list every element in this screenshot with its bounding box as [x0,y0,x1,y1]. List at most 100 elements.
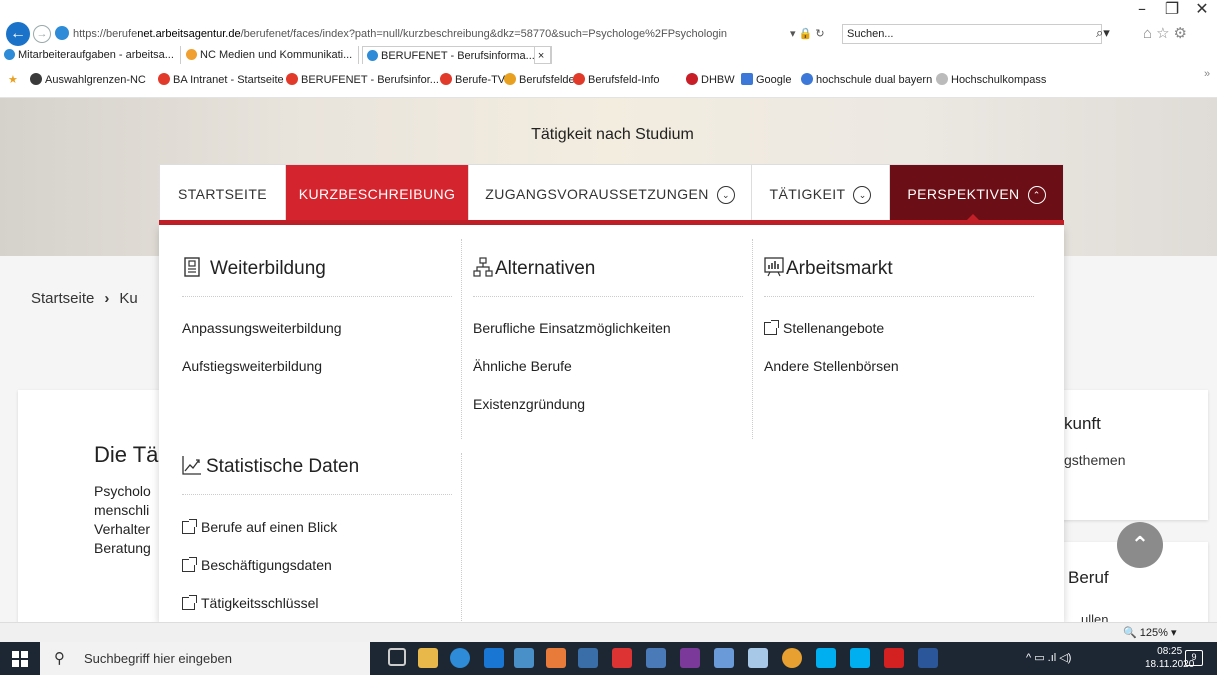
link-anpassungsweiterbildung[interactable]: Anpassungsweiterbildung [182,320,342,336]
tab-kurzbeschreibung[interactable]: KURZBESCHREIBUNG [286,165,469,221]
external-link-icon [764,320,779,335]
statistik-heading: Statistische Daten [182,455,452,495]
page-title: Tätigkeit nach Studium [531,126,694,143]
fav-icon [158,73,170,85]
url-path: /berufenet/faces/index?path=null/kurzbes… [240,28,728,40]
fav-dhbw[interactable]: DHBW [686,73,735,86]
fav-icon [801,73,813,85]
fav-icon [30,73,42,85]
paint-icon[interactable] [546,648,566,668]
browser-tabs: Mitarbeiteraufgaben - arbeitsa... NC Med… [0,46,1217,64]
favorites-bar: ★ Auswahlgrenzen-NC BA Intranet - Starts… [0,64,1217,98]
fav-berufe-tv[interactable]: Berufe-TV [440,73,505,86]
scroll-to-top-button[interactable]: ⌃ [1117,522,1163,568]
windows-taskbar: ⚲ Suchbegriff hier eingeben ^ ▭ .ıl ◁) 08… [0,642,1217,675]
star-icon[interactable]: ☆ [1156,25,1173,42]
onenote-icon[interactable] [680,648,700,668]
tab-taetigkeit[interactable]: TÄTIGKEIT ⌄ [752,165,890,221]
task-view-icon[interactable] [388,648,406,666]
arbeitsmarkt-heading: Arbeitsmarkt [764,257,1034,297]
link-stellenangebote[interactable]: Stellenangebote [764,320,884,336]
app-icon[interactable] [578,648,598,668]
app-icon[interactable] [714,648,734,668]
fav-berufenet[interactable]: BERUFENET - Berufsinfor... [286,73,439,86]
minimize-button[interactable]: – [1127,0,1157,20]
link-existenzgruendung[interactable]: Existenzgründung [473,396,585,412]
app-icon[interactable] [514,648,534,668]
windows-start-icon[interactable] [12,651,28,667]
skype-icon[interactable] [816,648,836,668]
dropdown-icon: ▾ [790,28,796,40]
tab-berufenet[interactable]: BERUFENET - Berufsinforma... × [362,46,552,64]
tab-zugangsvoraussetzungen[interactable]: ZUGANGSVORAUSSETZUNGEN ⌄ [469,165,752,221]
fav-icon [440,73,452,85]
url-tools[interactable]: ▾ 🔒 ↻ [790,24,825,44]
breadcrumb-current[interactable]: Ku [119,290,137,307]
home-icon[interactable]: ⌂ [1143,25,1156,42]
notification-center-icon[interactable]: 9 [1185,650,1203,666]
link-berufe-auf-einen-blick[interactable]: Berufe auf einen Blick [182,519,337,535]
url-host: net.arbeitsagentur.de [137,28,241,40]
skype-business-icon[interactable] [850,648,870,668]
chevron-down-icon: ⌄ [716,186,735,204]
app-icon[interactable] [782,648,802,668]
browser-toolbar-icons: ⌂☆⚙ [1143,24,1191,42]
link-beschaeftigungsdaten[interactable]: Beschäftigungsdaten [182,557,332,573]
app-icon[interactable] [748,648,768,668]
main-navigation: STARTSEITE KURZBESCHREIBUNG ZUGANGSVORAU… [159,164,1064,221]
app-icon[interactable] [646,648,666,668]
fav-icon [286,73,298,85]
search-icon[interactable]: ⌕▾ [1096,25,1110,41]
link-taetigkeitsschluessel[interactable]: Tätigkeitsschlüssel [182,595,319,611]
word-icon[interactable] [918,648,938,668]
tab-perspektiven[interactable]: PERSPEKTIVEN ⌃ [890,165,1063,221]
ie-tab-icon [4,49,15,60]
fav-ba-intranet[interactable]: BA Intranet - Startseite [158,73,284,86]
favorites-overflow-icon[interactable]: » [1204,68,1210,80]
forward-button[interactable]: → [33,25,51,43]
app-icon[interactable] [612,648,632,668]
breadcrumb-home[interactable]: Startseite [31,290,94,307]
lock-icon: 🔒 [798,28,813,40]
link-aehnliche-berufe[interactable]: Ähnliche Berufe [473,358,572,374]
address-bar: ← → https://berufenet.arbeitsagentur.de/… [0,20,1217,46]
card-right2-title: Beruf [1068,568,1109,587]
file-explorer-icon[interactable] [418,648,438,668]
outlook-icon[interactable] [484,648,504,668]
card-right-text: gsthemen [1064,452,1126,468]
tab-favicon [186,49,197,60]
weiterbildung-heading: Weiterbildung [182,257,452,297]
tab-nc-medien[interactable]: NC Medien und Kommunikati... [182,46,360,64]
zukunft-card[interactable]: kunft gsthemen [1060,390,1208,520]
internet-explorer-icon[interactable] [450,648,470,668]
fav-hochschulkompass[interactable]: Hochschulkompass [936,73,1046,86]
acrobat-icon[interactable] [884,648,904,668]
gear-icon[interactable]: ⚙ [1174,25,1191,42]
system-tray-icons[interactable]: ^ ▭ .ıl ◁) [1026,651,1071,664]
tab-mitarbeiteraufgaben[interactable]: Mitarbeiteraufgaben - arbeitsa... [0,46,181,64]
new-tab-button[interactable] [534,46,552,64]
link-aufstiegsweiterbildung[interactable]: Aufstiegsweiterbildung [182,358,322,374]
url-field[interactable]: https://berufenet.arbeitsagentur.de/beru… [55,24,835,44]
fav-berufsfelder[interactable]: Berufsfelder [504,73,578,86]
document-icon [184,257,200,277]
fav-google[interactable]: Google [741,73,791,86]
link-berufliche-einsatzmoeglichkeiten[interactable]: Berufliche Einsatzmöglichkeiten [473,320,671,336]
ie-tab-icon [367,50,378,61]
fav-berufsfeld-info[interactable]: Berufsfeld-Info [573,73,660,86]
browser-search-input[interactable]: Suchen... [842,24,1102,44]
favorites-star-icon[interactable]: ★ [8,73,18,86]
fav-auswahlgrenzen[interactable]: Auswahlgrenzen-NC [30,73,146,86]
back-button[interactable]: ← [6,22,30,46]
maximize-button[interactable]: ❐ [1157,0,1187,20]
ie-page-icon [55,26,69,40]
card-right-title: kunft [1064,414,1101,433]
zoom-level[interactable]: 🔍 125% ▾ [1123,626,1176,639]
tab-startseite[interactable]: STARTSEITE [160,165,286,221]
fav-hochschule-dual[interactable]: hochschule dual bayern [801,73,932,86]
browser-statusbar: 🔍 125% ▾ [0,622,1217,642]
close-window-button[interactable]: ✕ [1187,0,1217,20]
link-andere-stellenboersen[interactable]: Andere Stellenbörsen [764,358,899,374]
column-divider [461,239,462,439]
taskbar-search-input[interactable]: ⚲ Suchbegriff hier eingeben [40,642,370,675]
